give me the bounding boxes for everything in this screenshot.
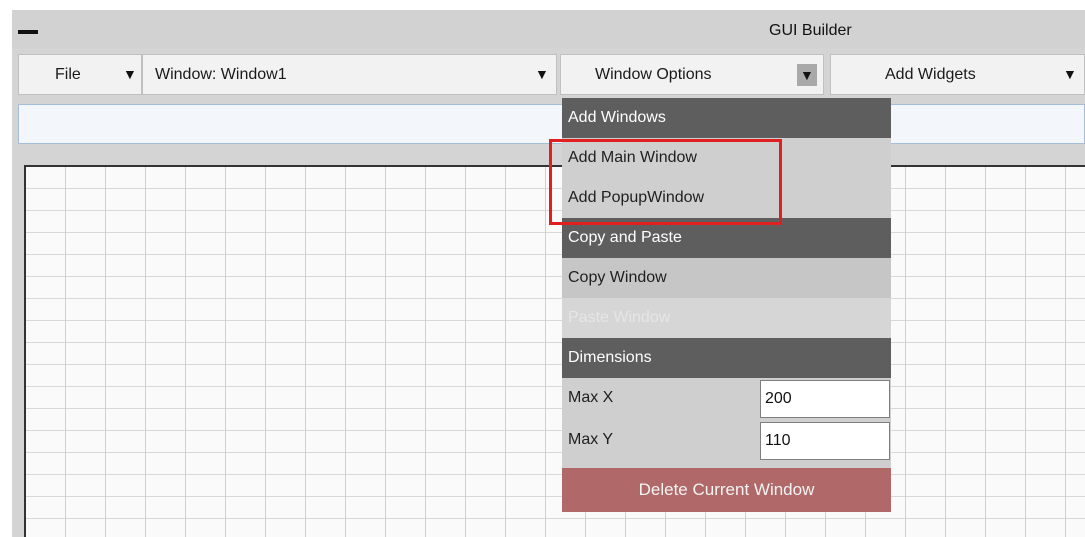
max-y-label: Max Y: [568, 431, 614, 448]
add-popup-window-item[interactable]: Add PopupWindow: [562, 178, 891, 218]
add-widgets-dropdown[interactable]: Add Widgets ▼: [830, 54, 1085, 95]
add-main-window-item[interactable]: Add Main Window: [562, 138, 891, 178]
copy-window-item[interactable]: Copy Window: [562, 258, 891, 298]
dimensions-header: Dimensions: [562, 338, 891, 378]
window-title: GUI Builder: [769, 22, 852, 39]
max-x-input[interactable]: 200: [760, 380, 890, 418]
chevron-down-icon: ▼: [123, 66, 137, 82]
file-dropdown[interactable]: File ▼: [18, 54, 142, 95]
window-select-dropdown[interactable]: Window: Window1 ▼: [142, 54, 557, 95]
title-bar: GUI Builder: [12, 10, 1085, 48]
max-x-row: Max X 200: [562, 378, 891, 420]
window-options-dropdown[interactable]: Window Options ▼: [560, 54, 824, 95]
max-x-label: Max X: [568, 389, 614, 406]
chevron-down-icon: ▼: [1063, 66, 1077, 82]
window-options-label: Window Options: [595, 66, 712, 83]
add-windows-header: Add Windows: [562, 98, 891, 138]
info-bar: [18, 104, 1085, 144]
minimize-icon[interactable]: [18, 30, 38, 34]
max-y-row: Max Y 110: [562, 420, 891, 462]
chevron-down-icon: ▼: [535, 66, 549, 82]
chevron-down-icon: ▼: [797, 64, 817, 86]
paste-window-item: Paste Window: [562, 298, 891, 338]
max-y-input[interactable]: 110: [760, 422, 890, 460]
add-widgets-label: Add Widgets: [885, 66, 976, 83]
design-canvas[interactable]: [24, 165, 1085, 537]
window-select-label: Window: Window1: [155, 66, 287, 83]
gui-builder-window: GUI Builder File ▼ Window: Window1 ▼ Win…: [12, 10, 1085, 537]
copy-paste-header: Copy and Paste: [562, 218, 891, 258]
delete-current-window-button[interactable]: Delete Current Window: [562, 468, 891, 512]
file-label: File: [55, 66, 81, 83]
toolbar: File ▼ Window: Window1 ▼ Window Options …: [12, 54, 1085, 98]
window-options-menu: Add Windows Add Main Window Add PopupWin…: [562, 98, 891, 512]
